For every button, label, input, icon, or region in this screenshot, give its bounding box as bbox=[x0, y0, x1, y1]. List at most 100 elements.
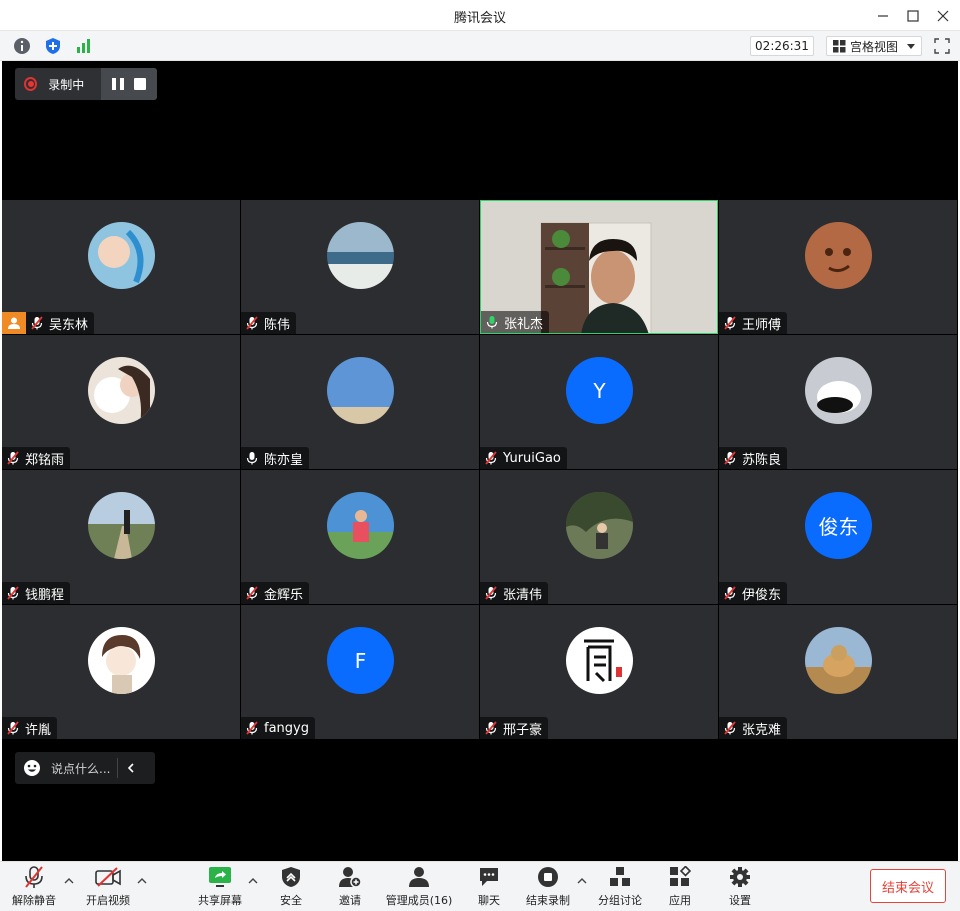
participant-tile[interactable]: 邢子豪 bbox=[480, 605, 718, 739]
participant-name: 张清伟 bbox=[503, 587, 543, 603]
start-video-button[interactable]: 开启视频 bbox=[84, 865, 132, 909]
settings-button[interactable]: 设置 bbox=[726, 865, 754, 909]
video-stage: 录制中 吴东林 陈伟 张礼杰 王师傅 郑铭雨 陈亦皇 Y YuruiGao 苏陈良 钱鹏程 金辉乐张… bbox=[2, 61, 958, 861]
participant-avatar bbox=[566, 627, 633, 694]
mic-muted-icon bbox=[484, 451, 498, 465]
participant-tile[interactable]: 苏陈良 bbox=[719, 335, 957, 469]
avatar-initials: Y bbox=[593, 378, 606, 403]
security-label: 安全 bbox=[280, 894, 302, 907]
participant-nametag: 张礼杰 bbox=[481, 311, 550, 333]
video-options-chevron-icon[interactable] bbox=[137, 876, 147, 886]
participant-tile[interactable]: 许胤 bbox=[2, 605, 240, 739]
participant-nametag: 张克难 bbox=[719, 717, 788, 739]
avatar-initials: 俊东 bbox=[818, 515, 859, 539]
shield-icon[interactable] bbox=[44, 37, 62, 55]
chat-input-bar[interactable]: 说点什么... bbox=[15, 752, 155, 784]
mic-muted-icon bbox=[723, 316, 737, 330]
audio-options-chevron-icon[interactable] bbox=[64, 876, 74, 886]
share-options-chevron-icon[interactable] bbox=[248, 876, 258, 886]
info-icon[interactable] bbox=[13, 37, 31, 55]
participant-tile[interactable]: 陈伟 bbox=[241, 200, 479, 334]
stop-recording-button[interactable] bbox=[133, 78, 146, 90]
participant-name: 许胤 bbox=[25, 722, 52, 738]
view-mode-select[interactable]: 宫格视图 bbox=[826, 36, 922, 56]
chat-placeholder[interactable]: 说点什么... bbox=[51, 760, 111, 777]
participant-nametag: 张清伟 bbox=[480, 582, 549, 604]
participant-avatar bbox=[88, 357, 155, 424]
breakout-label: 分组讨论 bbox=[598, 894, 642, 907]
chat-bubble-icon bbox=[480, 868, 498, 886]
pause-recording-button[interactable] bbox=[111, 78, 124, 90]
participant-nametag: 钱鹏程 bbox=[2, 582, 71, 604]
stop-record-icon bbox=[538, 867, 558, 887]
mic-muted-icon bbox=[723, 586, 737, 600]
participant-name: 吴东林 bbox=[49, 317, 89, 333]
mic-muted-icon bbox=[245, 586, 259, 600]
participant-avatar: F bbox=[327, 627, 394, 694]
mic-icon bbox=[485, 315, 499, 329]
participant-avatar bbox=[327, 222, 394, 289]
manage-members-button[interactable]: 管理成员(16) bbox=[385, 865, 453, 909]
participant-nametag: 金辉乐 bbox=[241, 582, 310, 604]
start-video-label: 开启视频 bbox=[86, 894, 130, 907]
security-shield-icon bbox=[282, 867, 300, 887]
network-signal-icon[interactable] bbox=[75, 37, 93, 55]
participant-name: 郑铭雨 bbox=[25, 452, 65, 468]
window-title: 腾讯会议 bbox=[453, 11, 506, 26]
share-screen-button[interactable]: 共享屏幕 bbox=[196, 865, 244, 909]
invite-label: 邀请 bbox=[339, 894, 361, 907]
minimize-button[interactable] bbox=[868, 0, 898, 31]
breakout-rooms-icon bbox=[610, 867, 630, 886]
participant-avatar bbox=[805, 357, 872, 424]
apps-label: 应用 bbox=[669, 894, 691, 907]
participant-tile[interactable]: 金辉乐 bbox=[241, 470, 479, 604]
mic-muted-icon bbox=[6, 586, 20, 600]
invite-button[interactable]: 邀请 bbox=[336, 865, 364, 909]
participant-avatar bbox=[88, 492, 155, 559]
meeting-timer: 02:26:31 bbox=[750, 36, 814, 56]
participant-tile[interactable]: 郑铭雨 bbox=[2, 335, 240, 469]
participant-tile[interactable]: 张清伟 bbox=[480, 470, 718, 604]
chat-label: 聊天 bbox=[478, 894, 500, 907]
chat-button[interactable]: 聊天 bbox=[475, 865, 503, 909]
participant-nametag: 王师傅 bbox=[719, 312, 788, 334]
participant-avatar bbox=[327, 492, 394, 559]
chevron-down-icon bbox=[907, 44, 915, 49]
participant-nametag: 邢子豪 bbox=[480, 717, 549, 739]
apps-button[interactable]: 应用 bbox=[666, 865, 694, 909]
end-meeting-button[interactable]: 结束会议 bbox=[870, 869, 946, 903]
breakout-button[interactable]: 分组讨论 bbox=[596, 865, 644, 909]
recording-label: 录制中 bbox=[48, 77, 85, 92]
participant-name: fangyg bbox=[264, 720, 309, 736]
participant-name: 陈亦皇 bbox=[264, 452, 304, 468]
recording-controls bbox=[100, 68, 157, 100]
participant-tile[interactable]: 陈亦皇 bbox=[241, 335, 479, 469]
video-off-icon bbox=[95, 867, 121, 887]
end-recording-label: 结束录制 bbox=[526, 894, 570, 907]
participant-tile[interactable]: 张克难 bbox=[719, 605, 957, 739]
record-icon bbox=[24, 77, 38, 91]
mic-muted-icon bbox=[484, 721, 498, 735]
participant-tile[interactable]: 张礼杰 bbox=[480, 200, 718, 334]
participant-nametag: 郑铭雨 bbox=[2, 447, 71, 469]
end-recording-button[interactable]: 结束录制 bbox=[524, 865, 572, 909]
emoji-icon[interactable] bbox=[23, 759, 41, 777]
participant-name: 张克难 bbox=[742, 722, 782, 738]
participant-tile[interactable]: Ffangyg bbox=[241, 605, 479, 739]
maximize-button[interactable] bbox=[898, 0, 928, 31]
participant-tile[interactable]: Y YuruiGao bbox=[480, 335, 718, 469]
participant-tile[interactable]: 吴东林 bbox=[2, 200, 240, 334]
participant-tile[interactable]: 俊东 伊俊东 bbox=[719, 470, 957, 604]
participant-avatar bbox=[566, 492, 633, 559]
mic-muted-icon bbox=[245, 721, 259, 735]
close-button[interactable] bbox=[928, 0, 958, 31]
title-bar: 腾讯会议 bbox=[0, 0, 960, 31]
record-options-chevron-icon[interactable] bbox=[577, 876, 587, 886]
fullscreen-button[interactable] bbox=[934, 38, 950, 54]
gear-icon bbox=[730, 867, 750, 887]
chevron-left-icon[interactable] bbox=[126, 763, 136, 773]
security-button[interactable]: 安全 bbox=[277, 865, 305, 909]
participant-tile[interactable]: 钱鹏程 bbox=[2, 470, 240, 604]
participant-tile[interactable]: 王师傅 bbox=[719, 200, 957, 334]
unmute-button[interactable]: 解除静音 bbox=[11, 865, 57, 909]
